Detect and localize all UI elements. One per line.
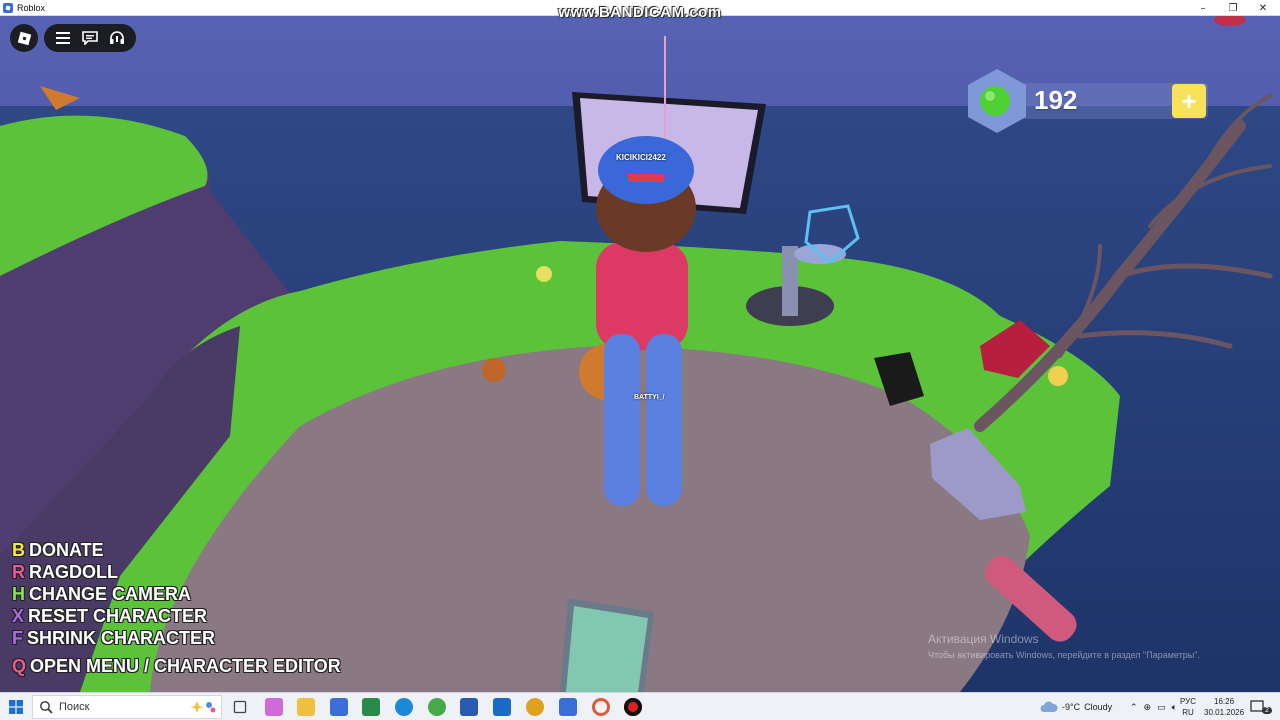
keybind-key: R — [12, 562, 25, 582]
language-bottom: RU — [1182, 708, 1194, 717]
keybind-key: X — [12, 606, 25, 626]
glowing-item — [536, 266, 552, 282]
activation-title: Активация Windows — [928, 632, 1039, 646]
bandicam-watermark: www.BANDICAM.com — [558, 4, 722, 21]
hamburger-menu-icon[interactable] — [54, 29, 72, 47]
keybind-donate: B DONATE — [12, 540, 104, 561]
windows-taskbar: Поиск -9°C Cloudy ⌃ ⊕ ▭ 🔈︎ РУС RU 16:26 … — [0, 692, 1280, 720]
utorrent-icon[interactable] — [428, 698, 446, 716]
battery-icon[interactable]: ▭ — [1157, 702, 1166, 713]
excel-icon[interactable] — [362, 698, 380, 716]
volume-icon[interactable]: 🔈︎ — [1172, 702, 1177, 713]
small-basketball — [482, 358, 506, 382]
player-name-tag: KICIKICI2422 — [616, 153, 666, 162]
glowing-item — [1048, 366, 1068, 386]
keybind-label: CHANGE CAMERA — [29, 584, 191, 604]
system-tray-icons: ⌃ ⊕ ▭ 🔈︎ — [1130, 693, 1177, 720]
weather-widget[interactable]: -9°C Cloudy — [1040, 693, 1112, 720]
green-gem-icon — [968, 69, 1026, 133]
character-cap — [598, 136, 694, 204]
search-placeholder: Поиск — [59, 701, 90, 713]
clock-time: 16:26 — [1214, 697, 1235, 706]
roblox-logo-icon[interactable] — [10, 24, 38, 52]
search-highlight-icon — [190, 701, 216, 713]
teal-box — [566, 606, 648, 692]
outlook-icon[interactable] — [493, 698, 511, 716]
keybind-label: RESET CHARACTER — [28, 606, 208, 626]
keybind-key: B — [12, 540, 25, 560]
chat-icon[interactable] — [81, 29, 99, 47]
weather-temp: -9°C — [1062, 702, 1081, 712]
keybind-reset-character: X RESET CHARACTER — [12, 606, 207, 627]
player-character[interactable] — [596, 136, 696, 506]
keybind-open-menu-character-editor: Q OPEN MENU / CHARACTER EDITOR — [12, 656, 341, 677]
buy-gems-button[interactable]: + — [1172, 84, 1206, 118]
word-icon[interactable] — [460, 698, 478, 716]
language-indicator[interactable]: РУС RU — [1180, 693, 1196, 720]
windows-activation-watermark: Активация Windows Чтобы активировать Win… — [928, 632, 1200, 660]
bandicam-record-icon[interactable] — [624, 698, 642, 716]
weather-condition: Cloudy — [1084, 702, 1113, 712]
roblox-icon[interactable] — [559, 698, 577, 716]
roblox-menu-pill — [44, 24, 136, 52]
file-explorer-icon[interactable] — [297, 698, 315, 716]
keybind-change-camera: H CHANGE CAMERA — [12, 584, 191, 605]
cap-band — [628, 174, 664, 182]
character-torso — [596, 242, 688, 350]
search-icon — [40, 701, 53, 714]
gem-count: 192 — [1034, 85, 1078, 115]
task-view-icon[interactable] — [234, 701, 247, 714]
character-left-leg — [604, 334, 640, 506]
notification-center[interactable]: 2 — [1250, 693, 1272, 720]
keybind-label: RAGDOLL — [29, 562, 118, 582]
headset-icon[interactable] — [108, 29, 126, 47]
activation-subtitle: Чтобы активировать Windows, перейдите в … — [928, 650, 1200, 660]
keybind-key: H — [12, 584, 25, 604]
roblox-top-bar — [10, 24, 136, 52]
opera-icon[interactable] — [592, 698, 610, 716]
other-player-name-tag: BATTYI_/ — [634, 394, 665, 401]
chevron-up-icon[interactable]: ⌃ — [1130, 702, 1138, 713]
keybind-label: SHRINK CHARACTER — [27, 628, 215, 648]
keybind-label: DONATE — [29, 540, 104, 560]
keybind-ragdoll: R RAGDOLL — [12, 562, 118, 583]
copilot-icon[interactable] — [265, 698, 283, 716]
edge-icon[interactable] — [395, 698, 413, 716]
gem-counter: 192 + — [964, 67, 1210, 135]
language-top: РУС — [1180, 697, 1197, 706]
clock-date: 30.01.2026 — [1204, 708, 1245, 717]
keybind-shrink-character: F SHRINK CHARACTER — [12, 628, 215, 649]
keybind-key: F — [12, 628, 23, 648]
character-right-leg — [646, 334, 682, 506]
cloud-icon — [1040, 701, 1058, 712]
notification-count: 2 — [1262, 706, 1272, 714]
clock[interactable]: 16:26 30.01.2026 — [1204, 693, 1244, 720]
keybind-key: Q — [12, 656, 27, 676]
windows-start-icon[interactable] — [0, 693, 32, 720]
keybind-label: OPEN MENU / CHARACTER EDITOR — [30, 656, 341, 676]
network-icon[interactable]: ⊕ — [1144, 702, 1152, 713]
taskbar-search-box[interactable]: Поиск — [32, 695, 222, 719]
store-icon[interactable] — [330, 698, 348, 716]
antenna-line — [664, 36, 666, 156]
chrome-icon[interactable] — [526, 698, 544, 716]
